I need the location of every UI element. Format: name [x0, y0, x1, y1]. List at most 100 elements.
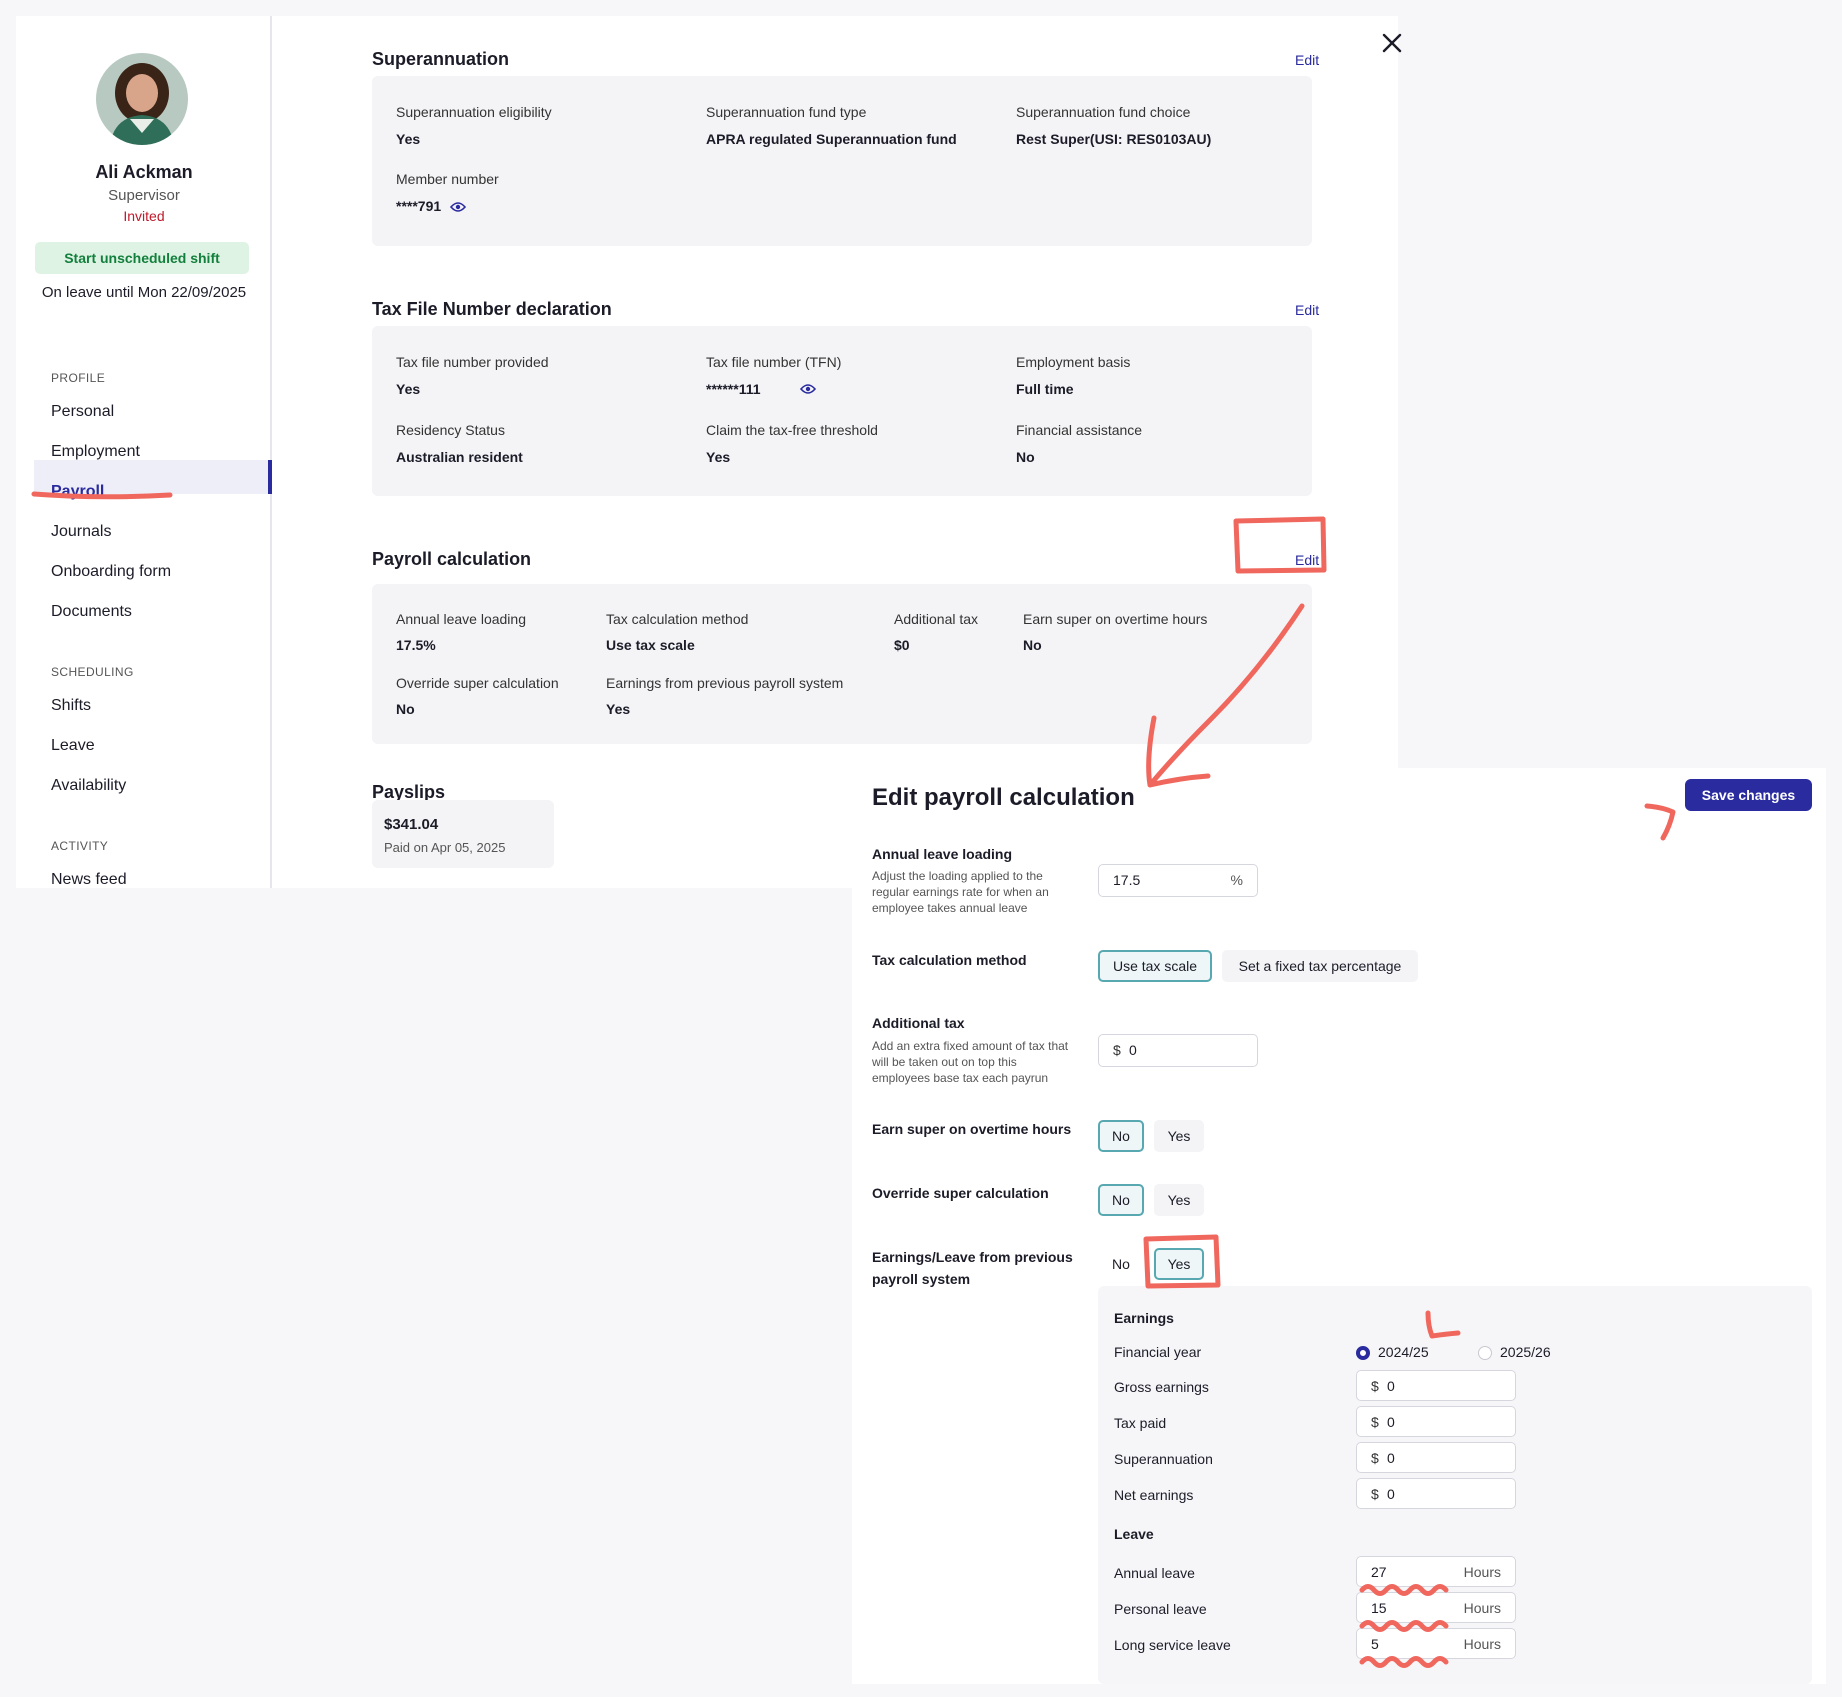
long-service-leave-label: Long service leave: [1114, 1637, 1231, 1653]
employment-basis-value: Full time: [1016, 381, 1074, 397]
net-earnings-input[interactable]: $ 0: [1356, 1478, 1516, 1509]
previous-system-yes-option[interactable]: Yes: [1154, 1248, 1204, 1280]
override-super-yes-option[interactable]: Yes: [1154, 1184, 1204, 1216]
member-number-label: Member number: [396, 171, 499, 187]
tax-paid-input[interactable]: $ 0: [1356, 1406, 1516, 1437]
sidebar-item-news-feed[interactable]: News feed: [51, 871, 127, 889]
tax-free-threshold-label: Claim the tax-free threshold: [706, 422, 878, 438]
additional-tax-input[interactable]: $ 0: [1098, 1034, 1258, 1067]
currency-prefix: $: [1113, 1042, 1121, 1058]
tax-method-use-tax-scale[interactable]: Use tax scale: [1098, 950, 1212, 982]
leave-loading-value: 17.5%: [396, 637, 436, 653]
sidebar-item-leave[interactable]: Leave: [51, 737, 95, 755]
superannuation-input[interactable]: $ 0: [1356, 1442, 1516, 1473]
tfn-edit-link[interactable]: Edit: [1295, 302, 1319, 318]
edit-leave-loading-desc: Adjust the loading applied to the regula…: [872, 869, 1049, 915]
financial-assistance-value: No: [1016, 449, 1035, 465]
employment-basis-label: Employment basis: [1016, 354, 1131, 370]
hours-suffix: Hours: [1463, 1600, 1501, 1616]
personal-leave-value: 15: [1371, 1600, 1387, 1616]
gross-earnings-label: Gross earnings: [1114, 1379, 1209, 1395]
save-changes-button[interactable]: Save changes: [1685, 779, 1812, 811]
eye-icon[interactable]: [800, 383, 816, 395]
financial-year-label: Financial year: [1114, 1344, 1202, 1360]
leave-loading-input[interactable]: 17.5 %: [1098, 864, 1258, 897]
tfn-number-label: Tax file number (TFN): [706, 354, 842, 370]
leave-loading-input-value: 17.5: [1113, 872, 1141, 888]
tfn-title: Tax File Number declaration: [372, 299, 612, 319]
hours-suffix: Hours: [1463, 1564, 1501, 1580]
tax-method-fixed-percentage[interactable]: Set a fixed tax percentage: [1222, 950, 1418, 982]
annual-leave-input[interactable]: 27 Hours: [1356, 1556, 1516, 1587]
personal-leave-input[interactable]: 15 Hours: [1356, 1592, 1516, 1623]
edit-panel-title: Edit payroll calculation: [872, 784, 1135, 811]
previous-system-label: Earnings from previous payroll system: [606, 675, 844, 691]
sidebar-item-onboarding-form[interactable]: Onboarding form: [51, 563, 171, 581]
employee-name: Ali Ackman: [95, 162, 193, 182]
currency-prefix: $: [1371, 1486, 1379, 1502]
annual-leave-value: 27: [1371, 1564, 1387, 1580]
long-service-leave-input[interactable]: 5 Hours: [1356, 1628, 1516, 1659]
previous-system-value: Yes: [606, 701, 631, 717]
previous-system-details: Earnings Financial year 2024/25 2025/26 …: [1098, 1286, 1812, 1684]
employee-profile-card: Ali Ackman Supervisor Invited Start unsc…: [16, 16, 1402, 888]
payroll-calculation-title: Payroll calculation: [372, 549, 532, 569]
edit-earn-super-label: Earn super on overtime hours: [872, 1121, 1072, 1137]
additional-tax-label: Additional tax: [894, 611, 979, 627]
close-icon[interactable]: [1379, 30, 1405, 56]
fy-2024-25-label[interactable]: 2024/25: [1378, 1344, 1429, 1360]
percent-suffix: %: [1230, 872, 1243, 888]
currency-prefix: $: [1371, 1450, 1379, 1466]
earn-super-overtime-label: Earn super on overtime hours: [1023, 611, 1208, 627]
earn-super-overtime-value: No: [1023, 637, 1042, 653]
edit-previous-system-label: Earnings/Leave from previous payroll sys…: [872, 1249, 1073, 1287]
gross-earnings-input[interactable]: $ 0: [1356, 1370, 1516, 1401]
leave-until-text: On leave until Mon 22/09/2025: [41, 284, 247, 301]
fy-2024-25-radio[interactable]: [1356, 1346, 1370, 1360]
override-super-value: No: [396, 701, 415, 717]
eye-icon[interactable]: [450, 201, 466, 213]
tfn-provided-label: Tax file number provided: [396, 354, 549, 370]
payslip-card[interactable]: $341.04 Paid on Apr 05, 2025: [372, 800, 554, 868]
hours-suffix: Hours: [1463, 1636, 1501, 1652]
sidebar-item-payroll[interactable]: Payroll: [51, 483, 104, 501]
previous-system-no-option[interactable]: No: [1098, 1248, 1144, 1280]
financial-assistance-label: Financial assistance: [1016, 422, 1143, 438]
sidebar-item-employment[interactable]: Employment: [51, 443, 140, 461]
nav-heading-activity: ACTIVITY: [51, 839, 109, 853]
fy-2025-26-label[interactable]: 2025/26: [1500, 1344, 1551, 1360]
gross-earnings-value: 0: [1387, 1378, 1395, 1394]
avatar: [96, 53, 188, 145]
sidebar-item-journals[interactable]: Journals: [51, 523, 111, 541]
super-eligibility-value: Yes: [396, 131, 421, 147]
override-super-no-option[interactable]: No: [1098, 1184, 1144, 1216]
payroll-calculation-edit-link[interactable]: Edit: [1295, 552, 1319, 568]
personal-leave-label: Personal leave: [1114, 1601, 1207, 1617]
earn-super-yes-option[interactable]: Yes: [1154, 1120, 1204, 1152]
tfn-box: Tax file number provided Yes Tax file nu…: [372, 326, 1312, 496]
super-fund-type-value: APRA regulated Superannuation fund: [706, 131, 957, 147]
nav-heading-profile: PROFILE: [51, 371, 106, 385]
employee-role: Supervisor: [108, 187, 180, 204]
sidebar-active-indicator: [268, 460, 272, 494]
fy-2025-26-radio[interactable]: [1478, 1346, 1492, 1360]
edit-leave-loading-label: Annual leave loading: [872, 846, 1013, 862]
sidebar-item-personal[interactable]: Personal: [51, 403, 114, 421]
superannuation-label: Superannuation: [1114, 1451, 1213, 1467]
additional-tax-input-value: 0: [1129, 1042, 1137, 1058]
sidebar-item-documents[interactable]: Documents: [51, 603, 132, 621]
sidebar-item-availability[interactable]: Availability: [51, 777, 126, 795]
profile-sidebar: Ali Ackman Supervisor Invited Start unsc…: [16, 16, 272, 888]
superannuation-edit-link[interactable]: Edit: [1295, 52, 1319, 68]
payslip-paid-date: Paid on Apr 05, 2025: [384, 840, 506, 855]
override-super-label: Override super calculation: [396, 675, 559, 691]
earnings-heading: Earnings: [1114, 1310, 1174, 1326]
annual-leave-label: Annual leave: [1114, 1565, 1195, 1581]
long-service-leave-value: 5: [1371, 1636, 1379, 1652]
edit-payroll-calculation-panel: Edit payroll calculation Save changes An…: [852, 768, 1826, 1684]
sidebar-item-shifts[interactable]: Shifts: [51, 697, 91, 715]
earn-super-no-option[interactable]: No: [1098, 1120, 1144, 1152]
super-fund-choice-value: Rest Super(USI: RES0103AU): [1016, 131, 1212, 147]
edit-additional-tax-desc: Add an extra fixed amount of tax that wi…: [872, 1039, 1069, 1085]
start-unscheduled-shift-button[interactable]: Start unscheduled shift: [35, 242, 249, 274]
